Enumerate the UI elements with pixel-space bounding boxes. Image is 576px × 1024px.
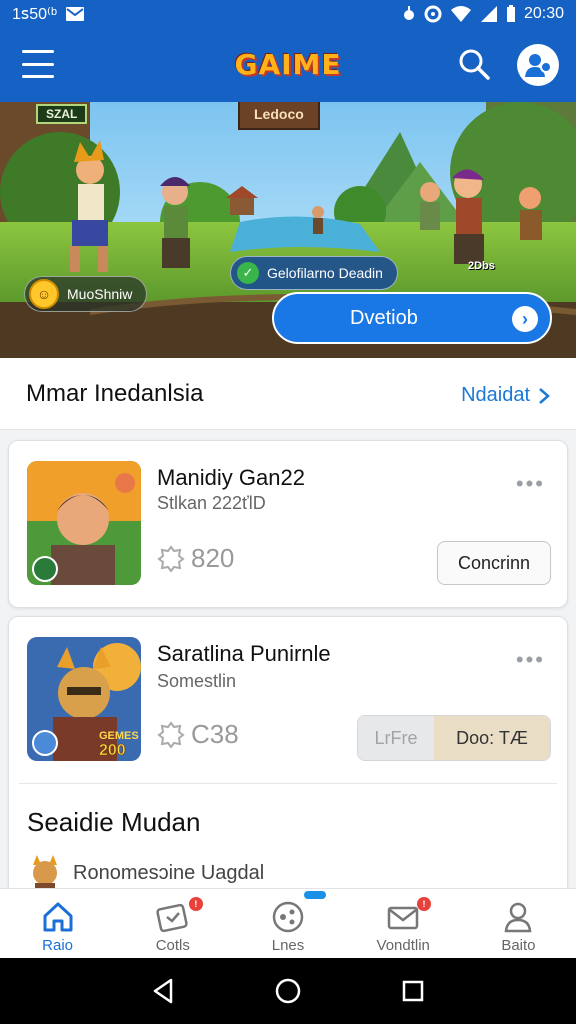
hero-cta-button[interactable]: Dvetiob ›	[272, 292, 552, 344]
nav-label: Vondtlin	[376, 937, 430, 954]
nav-item-home[interactable]: Raio	[0, 889, 115, 958]
system-nav-bar	[0, 958, 576, 1024]
game-title: Manidiy Gan22	[157, 465, 305, 490]
gamepad-icon	[272, 901, 304, 933]
chevron-right-icon	[539, 387, 550, 404]
game-title: Saratlina Punirnle	[157, 641, 331, 666]
home-circle-icon[interactable]	[268, 971, 308, 1011]
hero-banner[interactable]: SZAL Ledoco ☺ MuoShniw ✓ Gelofilarno Dea…	[0, 102, 576, 358]
status-left: 1ꜱ50⁽ᵇ	[12, 4, 85, 24]
game-subtitle: Somestlin	[157, 671, 237, 691]
coin-icon: ☺	[29, 279, 59, 309]
active-indicator	[304, 891, 327, 899]
home-icon	[43, 902, 73, 932]
hero-chip[interactable]: ✓ Gelofilarno Deadin	[230, 256, 398, 290]
hero-chip-label: Gelofilarno Deadin	[267, 265, 383, 281]
check-icon: ✓	[237, 262, 259, 284]
nav-label: Raio	[42, 937, 74, 954]
thumb-badge: 200	[99, 742, 126, 759]
more-options-icon[interactable]: •••	[516, 471, 545, 497]
game-card[interactable]: Manidiy Gan22 Stlkan 222ťlD ••• 820 Conc…	[8, 440, 568, 608]
notification-badge: !	[188, 897, 203, 911]
star-badge-icon	[157, 544, 185, 573]
signal-icon	[480, 6, 497, 22]
hero-cta-label: Dvetiob	[350, 306, 418, 329]
back-icon[interactable]	[143, 971, 183, 1011]
game-action-button[interactable]: Concrinn	[437, 541, 551, 585]
mail-icon	[387, 906, 419, 930]
hero-left-badge[interactable]: ☺ MuoShniw	[24, 276, 148, 312]
data-saver-icon	[424, 5, 442, 23]
hero-left-badge-label: MuoShniw	[67, 286, 133, 302]
nav-item-messages[interactable]: ! Vondtlin	[346, 889, 461, 958]
app-bar: GAIME	[0, 28, 576, 102]
divider	[19, 783, 557, 784]
sub-list-item[interactable]: Ronomesɔine Uagdal	[27, 853, 264, 893]
game-card[interactable]: GEMES 200 Saratlina Punirnle Somestlin •…	[8, 616, 568, 906]
section-link-label: Ndaidat	[461, 384, 530, 406]
search-icon[interactable]	[456, 46, 492, 82]
more-options-icon[interactable]: •••	[516, 647, 545, 673]
hero-mini-label: 2Dbs	[468, 260, 495, 272]
app-screen: 1ꜱ50⁽ᵇ 20:30 GAIME SZAL Ledoco ☺ MuoShni…	[0, 0, 576, 1024]
notification-badge: !	[417, 897, 432, 911]
status-right: 20:30	[402, 5, 564, 23]
status-left-text: 1ꜱ50⁽ᵇ	[12, 6, 57, 23]
profile-icon	[525, 54, 552, 77]
thumb-label: GEMES	[99, 730, 139, 742]
section-see-all-link[interactable]: Ndaidat	[461, 384, 550, 407]
alarm-icon	[403, 6, 414, 20]
game-stat: C38	[157, 719, 239, 750]
section-header: Mmar Inedanlsia Ndaidat	[0, 358, 576, 430]
nav-label: Baito	[501, 937, 536, 954]
segment-left[interactable]: LrFre	[358, 716, 434, 760]
section-title: Mmar Inedanlsia	[26, 380, 204, 407]
segment-right[interactable]: Doo: TÆ	[434, 716, 550, 760]
ticket-icon	[156, 903, 188, 933]
hero-sign: Ledoco	[238, 102, 320, 130]
game-thumbnail	[27, 461, 141, 585]
chevron-right-icon: ›	[512, 306, 538, 332]
sub-list-item-label: Ronomesɔine Uagdal	[73, 861, 265, 884]
game-stat-value: 820	[191, 543, 235, 573]
profile-button[interactable]	[517, 44, 559, 86]
nav-item-tickets[interactable]: ! Cotls	[115, 889, 230, 958]
game-stat: 820	[157, 543, 234, 574]
battery-icon	[506, 5, 515, 22]
status-bar: 1ꜱ50⁽ᵇ 20:30	[0, 0, 576, 28]
status-time: 20:30	[523, 5, 564, 22]
segmented-control: LrFre Doo: TÆ	[357, 715, 551, 761]
wifi-icon	[450, 6, 471, 22]
bottom-nav: Raio ! Cotls Lnes ! Vondtlin Baito	[0, 888, 576, 958]
recents-icon[interactable]	[393, 971, 433, 1011]
game-stat-value: C38	[191, 719, 239, 749]
nav-label: Cotls	[155, 937, 190, 954]
game-subtitle: Stlkan 222ťlD	[157, 493, 266, 513]
person-icon	[505, 902, 532, 933]
character-icon	[33, 855, 57, 893]
nav-item-games[interactable]: Lnes	[230, 889, 345, 958]
nav-item-profile[interactable]: Baito	[461, 889, 576, 958]
star-badge-icon	[157, 720, 185, 749]
hero-tag: SZAL	[36, 104, 88, 124]
sub-section-title: Seaidie Mudan	[27, 807, 201, 837]
mail-icon	[66, 7, 84, 21]
game-thumbnail: GEMES 200	[27, 637, 141, 761]
nav-label: Lnes	[271, 937, 305, 954]
